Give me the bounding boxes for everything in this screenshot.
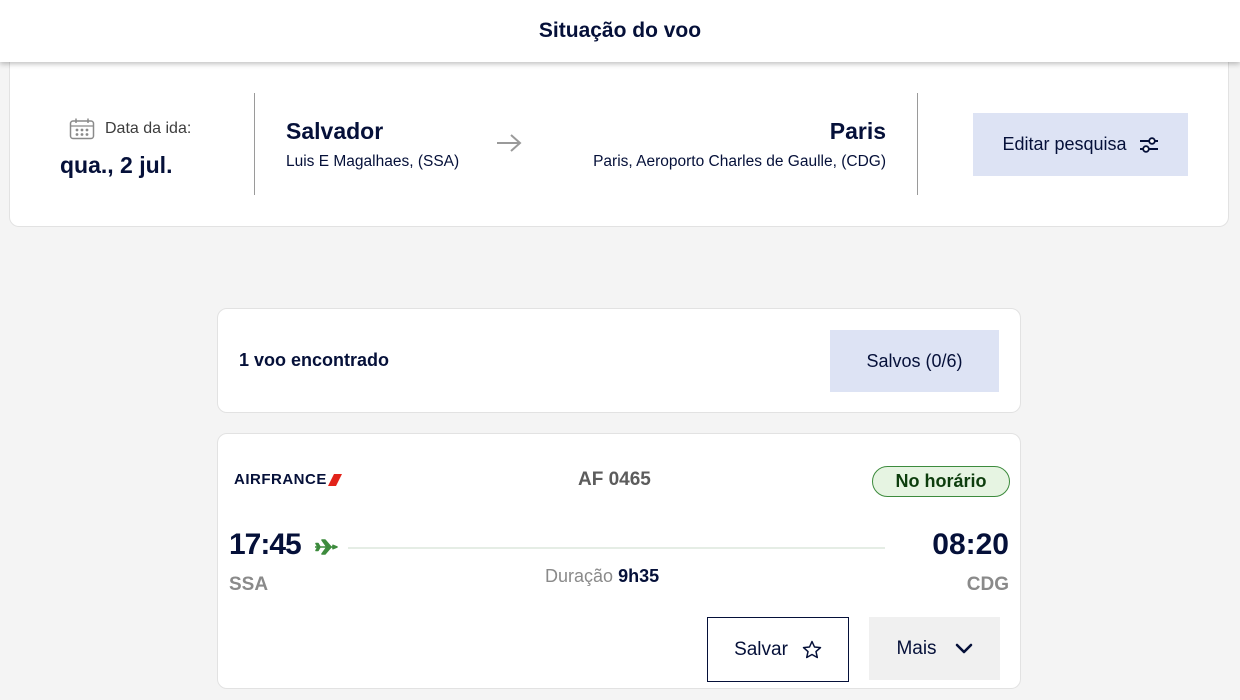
departure-airport-code: SSA (229, 574, 269, 595)
destination: Paris Paris, Aeroporto Charles de Gaulle… (593, 118, 886, 171)
airline-logo: AIRFRANCE (234, 471, 343, 488)
departure-date: Data da ida: qua., 2 jul. (60, 118, 191, 179)
divider (917, 93, 918, 195)
save-flight-button[interactable]: Salvar (707, 617, 849, 682)
flight-duration: Duração 9h35 (545, 566, 659, 587)
chevron-down-icon (955, 643, 972, 653)
route-line (348, 547, 885, 549)
results-count: 1 voo encontrado (239, 350, 390, 370)
flight-card[interactable]: AIRFRANCE AF 0465 No horário 17:45 08:20… (217, 433, 1021, 689)
date-value: qua., 2 jul. (60, 152, 173, 178)
sliders-icon (1139, 136, 1158, 153)
page-title: Situação do voo (538, 19, 702, 42)
departure-time: 17:45 (229, 528, 302, 561)
arrival-airport-code: CDG (966, 574, 1009, 595)
more-label: Mais (896, 637, 937, 659)
star-icon (802, 640, 822, 659)
status-badge: No horário (872, 466, 1010, 497)
date-label: Data da ida: (105, 120, 192, 137)
plane-icon (315, 539, 338, 555)
divider (254, 93, 255, 195)
origin-city: Salvador (286, 118, 384, 144)
duration-label: Duração (545, 566, 614, 586)
saved-flights-button[interactable]: Salvos (0/6) (830, 330, 999, 392)
top-bar: Situação do voo (0, 0, 1240, 62)
destination-city: Paris (829, 118, 886, 144)
airline-stripe-icon (327, 473, 342, 486)
arrival-time: 08:20 (932, 528, 1009, 561)
flight-number: AF 0465 (578, 469, 651, 490)
arrow-right-icon (497, 134, 522, 152)
search-summary-card: Data da ida: qua., 2 jul. Salvador Luis … (9, 62, 1229, 227)
calendar-icon (69, 118, 95, 140)
destination-airport: Paris, Aeroporto Charles de Gaulle, (CDG… (593, 153, 886, 170)
results-header-card: 1 voo encontrado Salvos (0/6) (217, 308, 1021, 413)
airline-name: AIRFRANCE (234, 471, 327, 488)
more-details-button[interactable]: Mais (869, 617, 1000, 680)
origin: Salvador Luis E Magalhaes, (SSA) (286, 118, 459, 171)
edit-search-label: Editar pesquisa (1002, 134, 1127, 154)
save-label: Salvar (734, 638, 788, 660)
origin-airport: Luis E Magalhaes, (SSA) (286, 153, 460, 170)
edit-search-button[interactable]: Editar pesquisa (973, 113, 1188, 176)
duration-value: 9h35 (618, 566, 660, 586)
